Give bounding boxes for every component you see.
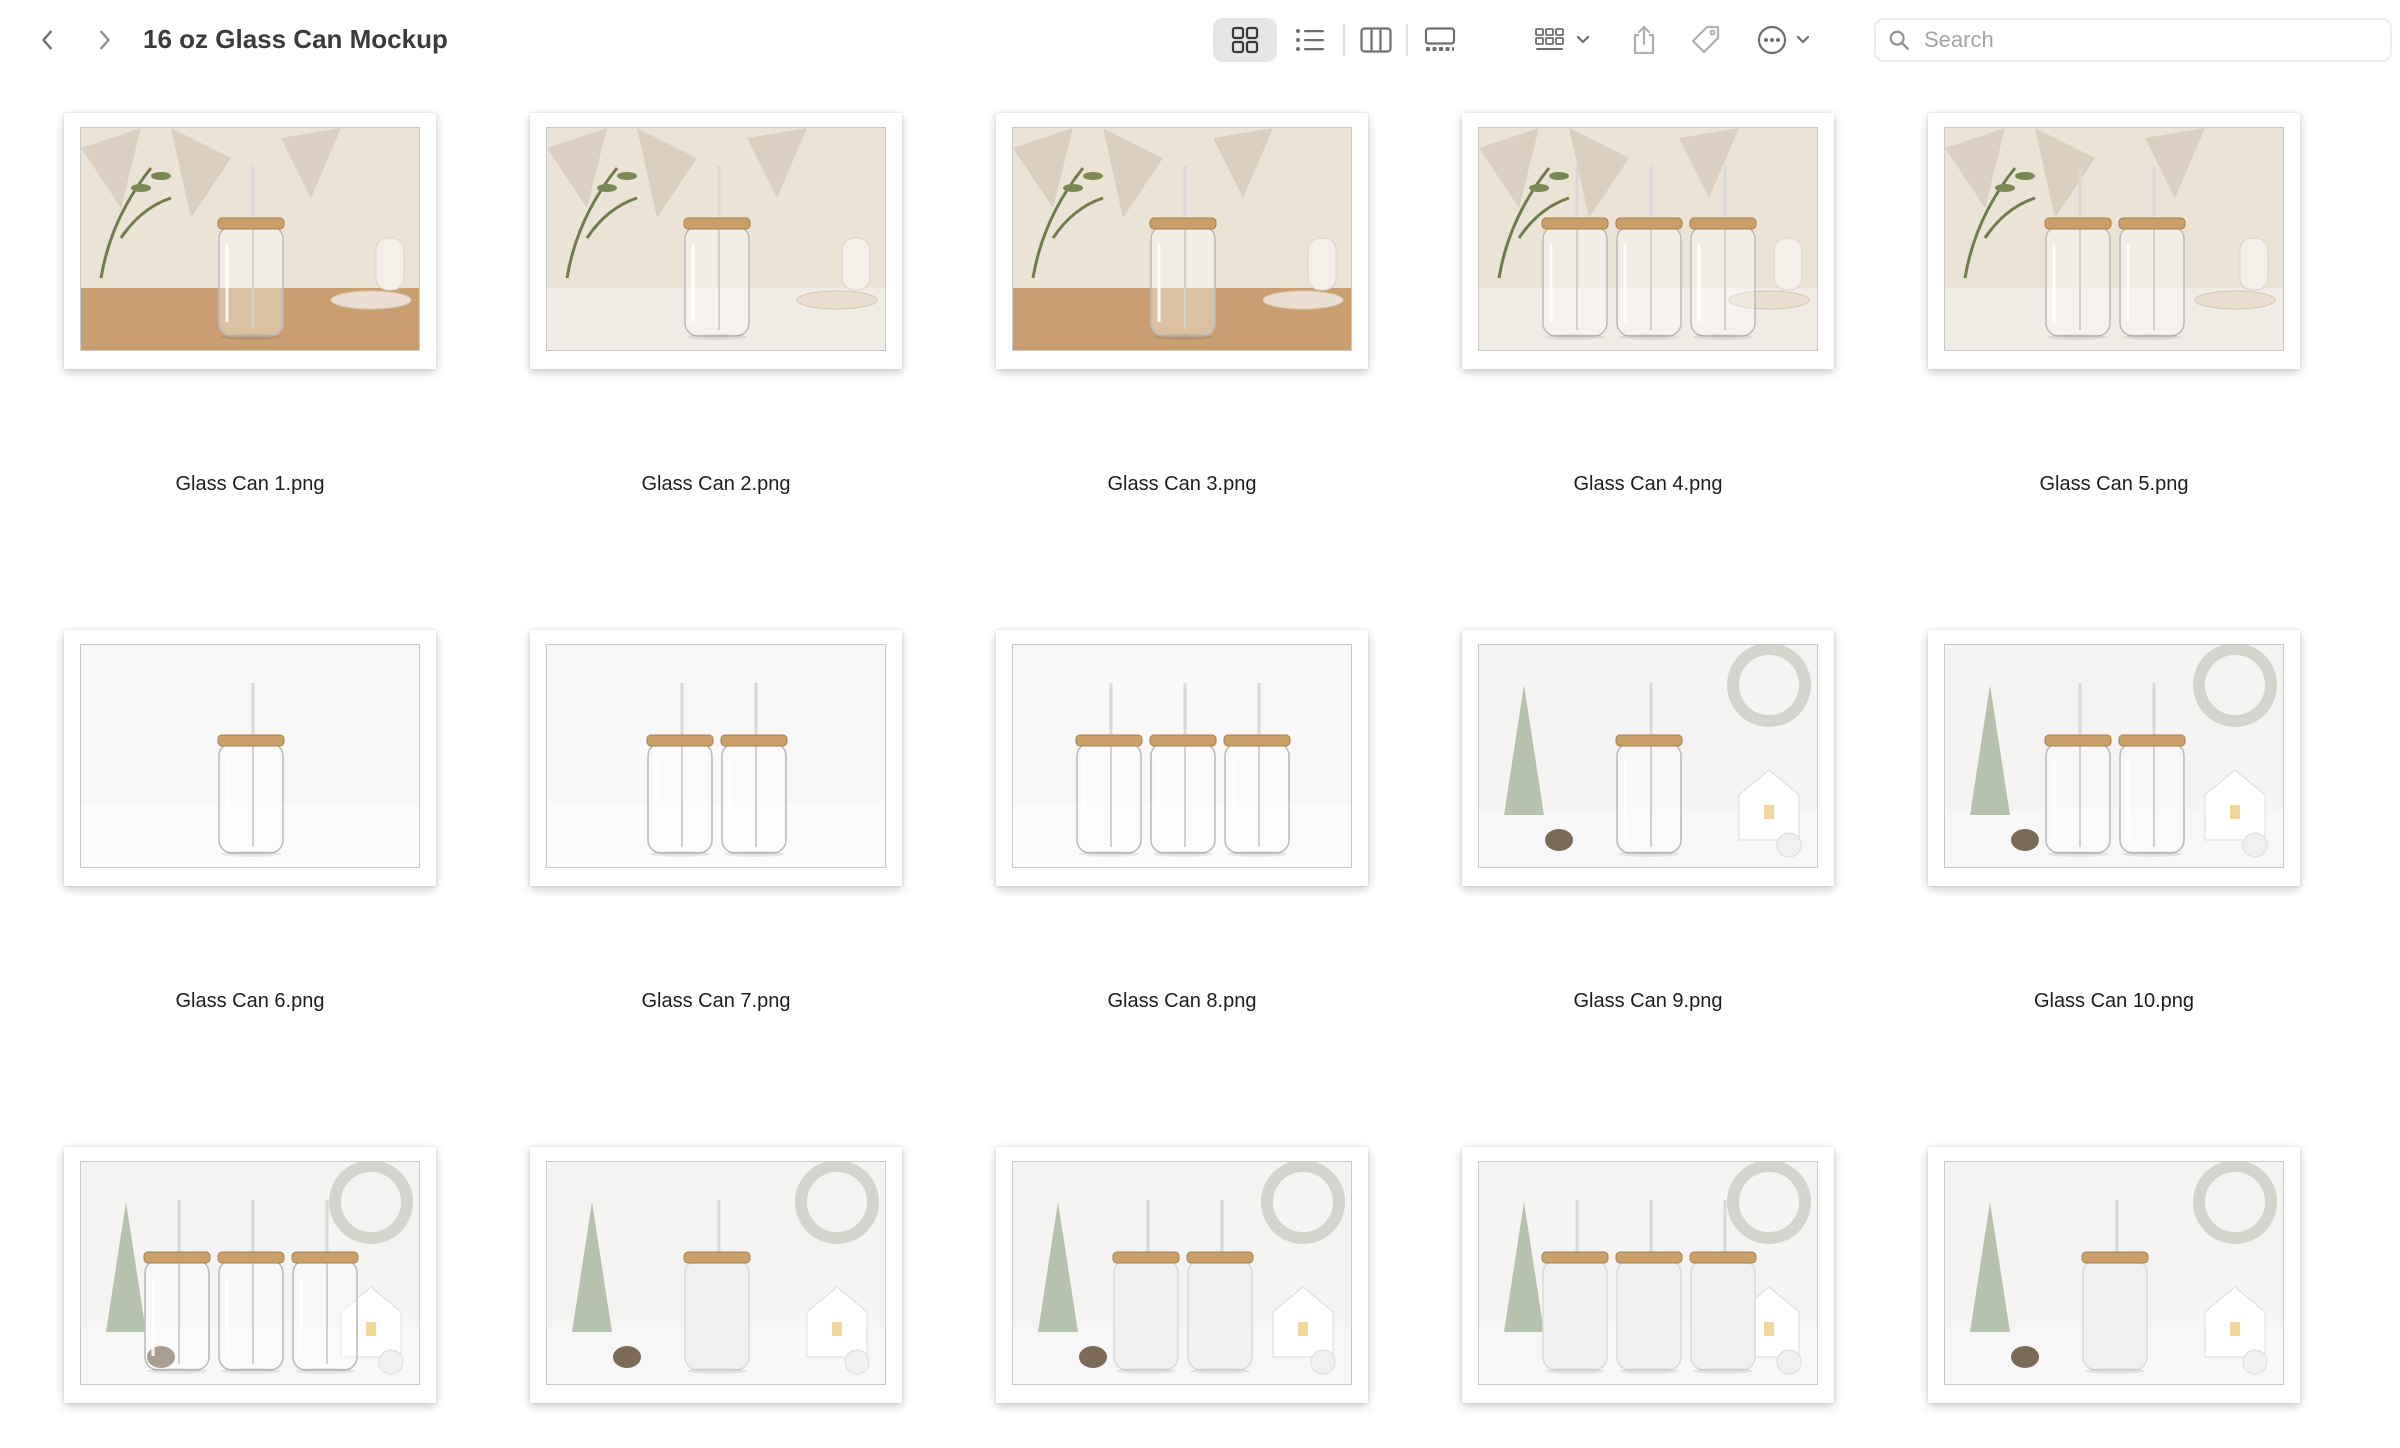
mockup-scene xyxy=(1479,645,1817,867)
file-name-label: Glass Can 9.png xyxy=(1573,990,1723,1012)
toolbar-divider xyxy=(1406,24,1408,56)
file-thumbnail[interactable] xyxy=(64,630,436,886)
mockup-photo xyxy=(1944,127,2284,351)
mockup-photo xyxy=(80,127,420,351)
file-thumbnail[interactable] xyxy=(1928,113,2300,369)
back-button[interactable] xyxy=(28,20,68,60)
mockup-photo xyxy=(546,127,886,351)
tag-button[interactable] xyxy=(1686,18,1726,62)
file-name-label: Glass Can 8.png xyxy=(1107,990,1257,1012)
file-name-label: Glass Can 7.png xyxy=(641,990,791,1012)
mockup-photo xyxy=(1012,127,1352,351)
mockup-photo xyxy=(1012,1161,1352,1385)
search-icon xyxy=(1889,30,1909,50)
share-icon xyxy=(1633,25,1655,55)
mockup-scene xyxy=(1479,128,1817,350)
file-thumbnail[interactable] xyxy=(64,1147,436,1403)
toolbar-divider xyxy=(1343,24,1345,56)
file-thumbnail[interactable] xyxy=(996,113,1368,369)
file-thumbnail[interactable] xyxy=(530,1147,902,1403)
file-thumbnail[interactable] xyxy=(996,1147,1368,1403)
column-view-button[interactable] xyxy=(1355,18,1397,62)
mockup-scene xyxy=(81,1162,419,1384)
file-name-label: Glass Can 3.png xyxy=(1107,473,1257,495)
group-by-button[interactable] xyxy=(1534,18,1596,62)
file-name-label: Glass Can 1.png xyxy=(175,473,325,495)
mockup-scene xyxy=(1013,645,1351,867)
mockup-photo xyxy=(1478,127,1818,351)
group-by-icon xyxy=(1535,28,1590,50)
file-thumbnail[interactable] xyxy=(1462,113,1834,369)
file-thumbnail[interactable] xyxy=(530,113,902,369)
mockup-scene xyxy=(1945,1162,2283,1384)
file-name-label: Glass Can 2.png xyxy=(641,473,791,495)
icon-view-icon xyxy=(1231,26,1259,54)
mockup-photo xyxy=(1478,644,1818,868)
mockup-scene xyxy=(81,128,419,350)
search-field[interactable] xyxy=(1874,18,2392,62)
file-grid: Glass Can 1.png Glass Can 2.png Glass Ca… xyxy=(0,80,2400,1448)
chevron-left-icon xyxy=(42,30,52,50)
mockup-photo xyxy=(80,1161,420,1385)
forward-button[interactable] xyxy=(84,20,124,60)
finder-toolbar: 16 oz Glass Can Mockup xyxy=(0,0,2400,80)
file-thumbnail[interactable] xyxy=(1462,630,1834,886)
mockup-scene xyxy=(1479,1162,1817,1384)
file-name-label: Glass Can 10.png xyxy=(2033,990,2195,1012)
file-thumbnail[interactable] xyxy=(1928,1147,2300,1403)
icon-view-button[interactable] xyxy=(1213,18,1277,62)
mockup-scene xyxy=(1945,128,2283,350)
mockup-scene xyxy=(1013,128,1351,350)
mockup-scene xyxy=(547,645,885,867)
mockup-photo xyxy=(1478,1161,1818,1385)
mockup-photo xyxy=(1944,1161,2284,1385)
gallery-view-button[interactable] xyxy=(1418,18,1462,62)
file-thumbnail[interactable] xyxy=(1462,1147,1834,1403)
mockup-scene xyxy=(547,128,885,350)
file-thumbnail[interactable] xyxy=(64,113,436,369)
mockup-scene xyxy=(547,1162,885,1384)
gallery-view-icon xyxy=(1424,27,1456,51)
window-title: 16 oz Glass Can Mockup xyxy=(143,24,448,54)
more-options-button[interactable] xyxy=(1756,18,1818,62)
search-input[interactable] xyxy=(1924,27,2364,53)
list-view-icon xyxy=(1296,29,1324,51)
share-button[interactable] xyxy=(1626,18,1662,62)
file-thumbnail[interactable] xyxy=(1928,630,2300,886)
mockup-photo xyxy=(546,644,886,868)
mockup-photo xyxy=(1012,644,1352,868)
file-thumbnail[interactable] xyxy=(996,630,1368,886)
column-view-icon xyxy=(1360,27,1392,53)
mockup-photo xyxy=(1944,644,2284,868)
chevron-right-icon xyxy=(100,30,110,50)
mockup-scene xyxy=(1945,645,2283,867)
file-name-label: Glass Can 5.png xyxy=(2039,473,2189,495)
more-options-icon xyxy=(1757,25,1810,55)
file-name-label: Glass Can 4.png xyxy=(1573,473,1723,495)
list-view-button[interactable] xyxy=(1290,18,1330,62)
tag-icon xyxy=(1691,25,1720,54)
file-thumbnail[interactable] xyxy=(530,630,902,886)
file-name-label: Glass Can 6.png xyxy=(175,990,325,1012)
mockup-photo xyxy=(546,1161,886,1385)
mockup-scene xyxy=(81,645,419,867)
mockup-photo xyxy=(80,644,420,868)
mockup-scene xyxy=(1013,1162,1351,1384)
